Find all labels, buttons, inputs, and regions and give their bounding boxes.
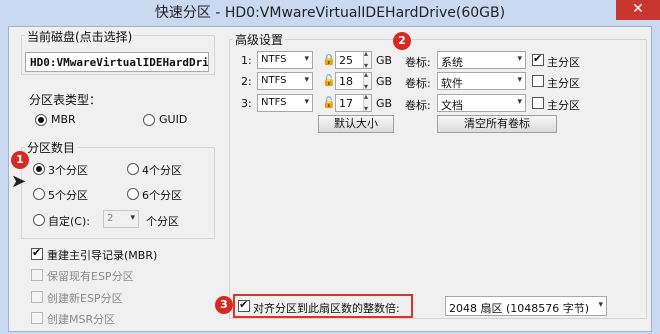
guid-radio[interactable] <box>143 114 155 126</box>
align-sector-value: 2048 扇区 (1048576 字节) <box>449 302 590 315</box>
row3-size-input[interactable]: 17 <box>335 92 372 113</box>
callout-badge-2: 2 <box>393 32 411 50</box>
row2-size-value: 18 <box>339 75 353 88</box>
keep-esp-checkbox[interactable] <box>31 269 43 281</box>
custom-count-value: 2 <box>107 213 114 224</box>
row3-label-caption: 卷标: <box>405 99 431 112</box>
create-esp-label: 创建新ESP分区 <box>47 292 123 305</box>
row2-label-caption: 卷标: <box>405 77 431 90</box>
row3-size-value: 17 <box>339 97 353 110</box>
callout-badge-1: 1 <box>11 151 29 169</box>
row2-filesystem-select[interactable]: NTFS ▾ <box>257 72 313 90</box>
callout-badge-3: 3 <box>215 296 233 314</box>
five-partitions-radio[interactable] <box>33 188 45 200</box>
row3-index: 3: <box>241 97 252 110</box>
row3-label-select[interactable]: 文档 ▾ <box>437 94 526 112</box>
row1-size-value: 25 <box>339 54 353 67</box>
three-partitions-label: 3个分区 <box>48 164 88 177</box>
default-size-button[interactable]: 默认大小 <box>318 115 394 133</box>
window-title: 快速分区 - HD0:VMwareVirtualIDEHardDrive(60G… <box>154 5 506 21</box>
row1-label-select[interactable]: 系统 ▾ <box>437 51 526 69</box>
mouse-cursor-icon: ➤ <box>11 171 27 192</box>
lock-icon[interactable]: 🔒 <box>322 53 336 66</box>
dialog-body: 当前磁盘(点击选择) HD0:VMwareVirtualIDEHardDri 分… <box>8 26 652 332</box>
row2-primary-label: 主分区 <box>547 77 580 90</box>
close-button[interactable]: ✕ <box>616 0 660 20</box>
custom-partitions-label: 自定(C): <box>48 215 90 228</box>
row1-unit: GB <box>376 54 393 67</box>
chevron-down-icon: ▾ <box>517 75 522 85</box>
row2-unit: GB <box>376 75 393 88</box>
chevron-down-icon: ▾ <box>130 213 135 223</box>
current-disk-title: 当前磁盘(点击选择) <box>25 28 135 45</box>
row2-label-select[interactable]: 软件 ▾ <box>437 72 526 90</box>
custom-partitions-radio[interactable] <box>33 214 45 226</box>
title-bar: 快速分区 - HD0:VMwareVirtualIDEHardDrive(60G… <box>0 0 660 26</box>
row2-size-input[interactable]: 18 <box>335 70 372 91</box>
align-checkbox[interactable] <box>238 298 250 312</box>
row1-size-input[interactable]: 25 <box>335 49 372 70</box>
create-msr-checkbox[interactable] <box>31 312 43 324</box>
chevron-down-icon: ▾ <box>304 97 309 107</box>
chevron-down-icon: ▾ <box>304 54 309 64</box>
row2-filesystem-value: NTFS <box>261 75 287 86</box>
row2-primary-checkbox[interactable] <box>532 75 544 87</box>
partition-count-title: 分区数目 <box>25 139 78 156</box>
spinner-icon[interactable] <box>363 70 371 91</box>
row3-primary-label: 主分区 <box>547 99 580 112</box>
align-sector-select[interactable]: 2048 扇区 (1048576 字节) ▾ <box>445 296 607 316</box>
keep-esp-label: 保留现有ESP分区 <box>47 270 134 283</box>
mbr-radio[interactable] <box>35 114 47 126</box>
row3-filesystem-value: NTFS <box>261 97 287 108</box>
row3-unit: GB <box>376 97 393 110</box>
unlock-icon[interactable]: 🔓 <box>322 74 336 87</box>
row1-filesystem-value: NTFS <box>261 54 287 65</box>
six-partitions-label: 6个分区 <box>142 189 182 202</box>
spinner-icon[interactable] <box>363 92 371 113</box>
four-partitions-label: 4个分区 <box>142 164 182 177</box>
row1-index: 1: <box>241 54 252 67</box>
row1-primary-label: 主分区 <box>547 56 580 69</box>
four-partitions-radio[interactable] <box>127 163 139 175</box>
rebuild-mbr-checkbox[interactable] <box>31 246 43 260</box>
row3-label-value: 文档 <box>441 99 463 112</box>
chevron-down-icon: ▾ <box>304 75 309 85</box>
chevron-down-icon: ▾ <box>517 54 522 64</box>
row1-primary-checkbox[interactable] <box>532 52 544 66</box>
row3-primary-checkbox[interactable] <box>532 97 544 109</box>
chevron-down-icon: ▾ <box>517 97 522 107</box>
spinner-icon[interactable] <box>363 49 371 70</box>
row1-label-value: 系统 <box>441 56 463 69</box>
guid-radio-label: GUID <box>159 113 188 126</box>
custom-count-suffix: 个分区 <box>146 215 179 228</box>
create-esp-checkbox[interactable] <box>31 291 43 303</box>
five-partitions-label: 5个分区 <box>48 189 88 202</box>
row3-filesystem-select[interactable]: NTFS ▾ <box>257 94 313 112</box>
partition-table-type-label: 分区表类型： <box>29 93 102 107</box>
row2-index: 2: <box>241 75 252 88</box>
unlock-icon[interactable]: 🔓 <box>322 96 336 109</box>
row2-label-value: 软件 <box>441 77 463 90</box>
quick-partition-window: 快速分区 - HD0:VMwareVirtualIDEHardDrive(60G… <box>0 0 660 334</box>
six-partitions-radio[interactable] <box>127 188 139 200</box>
clear-labels-button[interactable]: 清空所有卷标 <box>437 115 557 133</box>
three-partitions-radio[interactable] <box>33 163 45 175</box>
create-msr-label: 创建MSR分区 <box>47 313 116 326</box>
row1-label-caption: 卷标: <box>405 56 431 69</box>
rebuild-mbr-label: 重建主引导记录(MBR) <box>47 249 158 262</box>
align-label: 对齐分区到此扇区数的整数倍: <box>253 302 400 315</box>
current-disk-field[interactable]: HD0:VMwareVirtualIDEHardDri <box>25 52 209 72</box>
advanced-settings-title: 高级设置 <box>233 31 286 48</box>
mbr-radio-label: MBR <box>51 113 76 126</box>
custom-count-select[interactable]: 2 ▾ <box>103 210 139 228</box>
chevron-down-icon: ▾ <box>598 300 603 310</box>
row1-filesystem-select[interactable]: NTFS ▾ <box>257 51 313 69</box>
